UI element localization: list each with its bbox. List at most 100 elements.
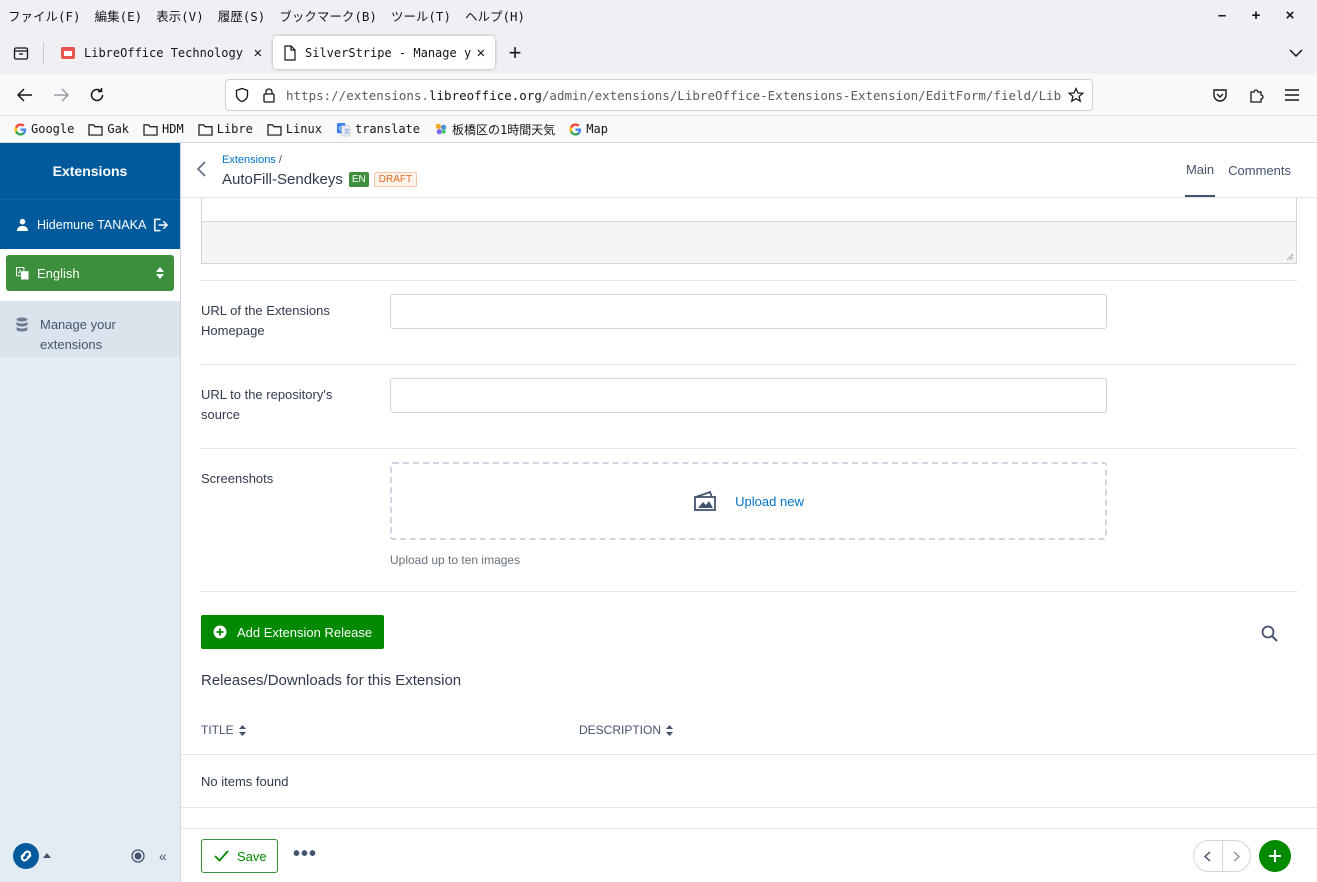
search-icon[interactable]	[1261, 625, 1278, 642]
menu-edit[interactable]: 編集(E)	[95, 6, 143, 25]
bookmark-label: 板橋区の1時間天気	[452, 122, 556, 137]
menu-bookmarks[interactable]: ブックマーク(B)	[279, 6, 377, 25]
extensions-puzzle-icon[interactable]	[1241, 80, 1271, 110]
bookmark-libre[interactable]: Libre	[198, 122, 253, 136]
menu-view[interactable]: 表示(V)	[156, 6, 204, 25]
libreoffice-favicon-icon	[60, 45, 76, 61]
bookmark-star-icon[interactable]	[1068, 87, 1084, 103]
bookmark-hdm[interactable]: HDM	[143, 122, 184, 136]
cms-edit-header: Extensions / AutoFill-Sendkeys EN DRAFT M…	[181, 143, 1317, 198]
tab-comments[interactable]: Comments	[1227, 143, 1292, 197]
new-tab-icon[interactable]: +	[500, 38, 530, 68]
textarea-field[interactable]	[201, 198, 1297, 264]
breadcrumb-extensions-link[interactable]: Extensions	[222, 154, 276, 166]
close-tab-icon[interactable]: ✕	[477, 45, 485, 61]
language-selector[interactable]: A English	[6, 255, 174, 291]
bookmark-map[interactable]: Map	[569, 122, 608, 136]
menu-help[interactable]: ヘルプ(H)	[465, 6, 525, 25]
sort-icon	[238, 724, 246, 736]
plus-icon	[1268, 849, 1282, 863]
menu-history[interactable]: 履歴(S)	[218, 6, 266, 25]
sidebar-item-manage-extensions[interactable]: Manage your extensions	[0, 301, 180, 357]
member-name[interactable]: Hidemune TANAKA	[37, 218, 153, 232]
folder-icon	[267, 123, 282, 136]
menubar: ファイル(F) 編集(E) 表示(V) 履歴(S) ブックマーク(B) ツール(…	[0, 0, 1317, 30]
back-arrow-icon[interactable]	[10, 80, 40, 110]
translate-icon: A	[16, 266, 29, 280]
folder-icon	[143, 123, 158, 136]
column-header-description[interactable]: DESCRIPTION	[579, 723, 674, 737]
page-title-row: AutoFill-Sendkeys EN DRAFT	[222, 171, 418, 188]
bookmark-translate[interactable]: G文 translate	[336, 122, 420, 137]
upload-dropzone[interactable]: Upload new	[390, 462, 1107, 540]
screenshots-label: Screenshots	[201, 471, 274, 486]
url-text[interactable]: https://extensions.libreoffice.org/admin…	[286, 88, 1062, 103]
bookmark-label: Linux	[285, 122, 322, 136]
svg-text:文: 文	[344, 127, 350, 135]
bookmark-weather[interactable]: 板橋区の1時間天気	[434, 121, 555, 138]
edit-form: URL of the Extensions Homepage URL to th…	[181, 198, 1317, 828]
textarea-area[interactable]	[202, 222, 1296, 263]
google-icon	[569, 122, 582, 136]
lock-icon[interactable]	[262, 87, 276, 103]
edit-tabs: Main Comments	[1173, 143, 1292, 197]
homepage-url-input[interactable]	[390, 294, 1107, 329]
releases-title: Releases/Downloads for this Extension	[201, 672, 462, 689]
sort-arrows-icon	[156, 267, 164, 279]
previous-record-chevron-icon[interactable]	[1194, 841, 1223, 871]
tab-overview-icon[interactable]	[6, 38, 36, 68]
add-new-record-button[interactable]	[1259, 840, 1291, 872]
member-profile: Hidemune TANAKA	[0, 199, 180, 249]
cms-brand[interactable]: Extensions	[0, 143, 180, 199]
table-row-empty: No items found	[181, 754, 1317, 808]
shield-icon[interactable]	[234, 87, 250, 103]
caret-up-icon[interactable]	[43, 853, 51, 859]
upload-new-button[interactable]: Upload new	[735, 494, 804, 509]
close-tab-icon[interactable]: ✕	[254, 45, 262, 61]
minimize-button[interactable]: –	[1205, 7, 1239, 24]
column-header-title[interactable]: TITLE	[201, 723, 246, 737]
bookmark-google[interactable]: Google	[14, 122, 74, 136]
url-bar[interactable]: https://extensions.libreoffice.org/admin…	[225, 79, 1093, 111]
preview-toggle-icon[interactable]	[131, 849, 145, 863]
menu-file[interactable]: ファイル(F)	[8, 6, 81, 25]
close-window-button[interactable]: ×	[1273, 7, 1307, 24]
resize-handle-icon[interactable]	[1286, 253, 1294, 261]
repository-url-input[interactable]	[390, 378, 1107, 413]
forward-arrow-icon[interactable]	[46, 80, 76, 110]
sidebar-item-label: Manage your extensions	[40, 317, 116, 352]
list-tabs-chevron-icon[interactable]	[1281, 38, 1311, 68]
bookmark-label: Google	[31, 122, 75, 136]
plus-circle-icon	[213, 625, 227, 639]
cms-sidebar: Extensions Hidemune TANAKA A English Man…	[0, 143, 181, 882]
pocket-icon[interactable]	[1205, 80, 1235, 110]
locale-badge: EN	[348, 172, 369, 187]
tab-title: LibreOffice Technology Ad	[84, 45, 248, 60]
form-actions: Save •••	[181, 828, 1317, 882]
menu-tools[interactable]: ツール(T)	[391, 6, 451, 25]
bookmark-label: translate	[354, 122, 421, 136]
field-screenshots: Screenshots Upload new Upload up to ten …	[201, 449, 1297, 592]
sidebar-footer: «	[0, 830, 181, 882]
add-extension-release-button[interactable]: Add Extension Release	[201, 615, 385, 649]
save-button[interactable]: Save	[201, 839, 278, 873]
column-description-label: DESCRIPTION	[579, 723, 662, 737]
back-chevron-icon[interactable]	[196, 161, 206, 180]
hamburger-menu-icon[interactable]	[1277, 80, 1307, 110]
bookmark-linux[interactable]: Linux	[267, 122, 322, 136]
tab-main[interactable]: Main	[1184, 143, 1216, 197]
tab-libreoffice[interactable]: LibreOffice Technology Ad ✕	[50, 36, 272, 69]
maximize-button[interactable]: +	[1239, 7, 1273, 24]
logout-icon[interactable]	[153, 218, 168, 232]
bookmark-gak[interactable]: Gak	[88, 122, 129, 136]
add-release-label: Add Extension Release	[237, 624, 373, 640]
collapse-menu-icon[interactable]: «	[159, 848, 167, 864]
tab-silverstripe[interactable]: SilverStripe - Manage you ✕	[273, 36, 495, 69]
more-options-button[interactable]: •••	[293, 843, 317, 866]
user-icon	[16, 218, 29, 231]
silverstripe-logo-icon[interactable]	[12, 842, 40, 870]
reload-icon[interactable]	[82, 80, 112, 110]
breadcrumb: Extensions /	[222, 154, 282, 166]
database-icon	[16, 317, 28, 332]
next-record-chevron-icon[interactable]	[1223, 841, 1251, 871]
